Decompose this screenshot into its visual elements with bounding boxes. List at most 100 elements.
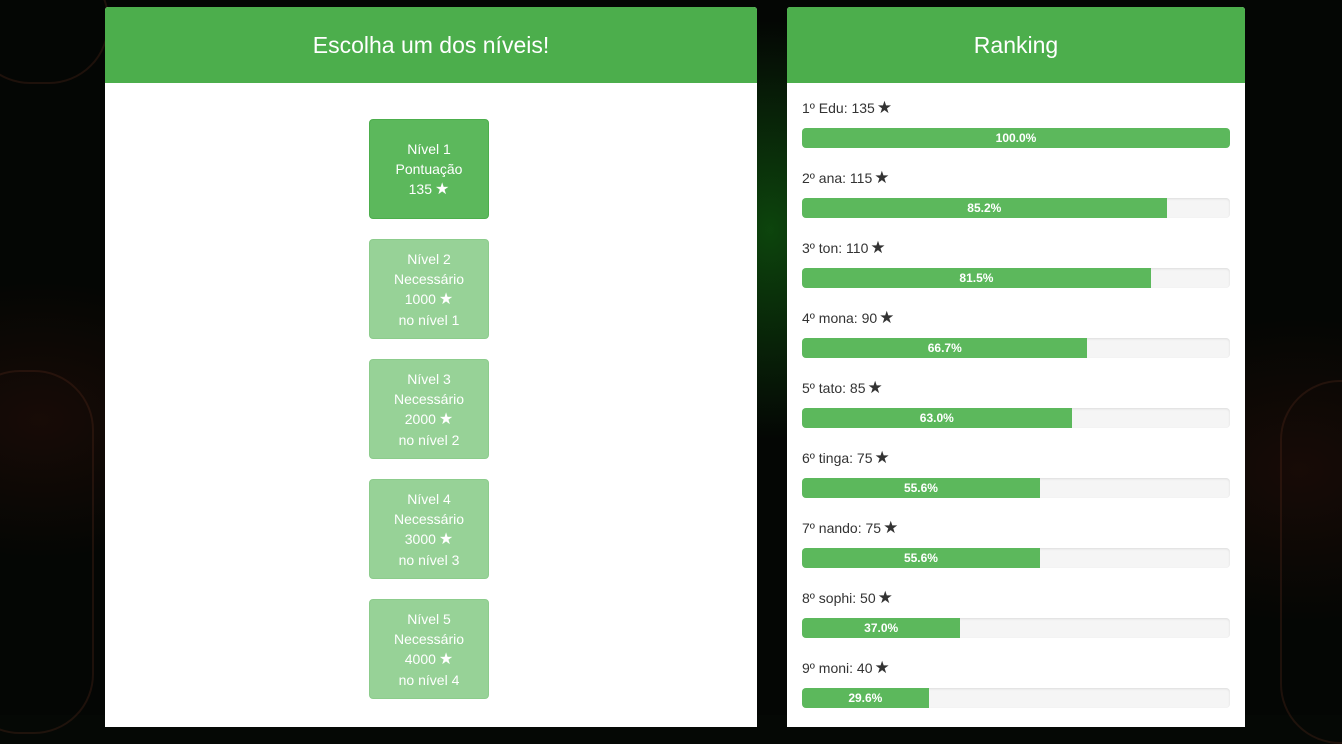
star-icon: ★ xyxy=(435,180,450,198)
ranking-progress-bar: 29.6% xyxy=(802,688,929,708)
level-line-text: 1000 xyxy=(404,290,436,307)
ranking-progress-bar: 37.0% xyxy=(802,618,961,638)
ranking-progress-track: 55.6% xyxy=(802,478,1230,498)
ranking-panel-title: Ranking xyxy=(787,7,1245,83)
level-line-text: no nível 4 xyxy=(398,671,460,688)
ranking-entry: 7º nando: 75 ★ 55.6% xyxy=(802,517,1230,587)
ranking-entry-text: 7º nando: 75 xyxy=(802,520,882,536)
background-decoration xyxy=(1280,380,1342,744)
level-line-text: Necessário xyxy=(393,270,465,287)
level-line-text: no nível 1 xyxy=(398,311,460,328)
star-icon: ★ xyxy=(874,658,890,677)
ranking-entry-text: 2º ana: 115 xyxy=(802,170,873,186)
level-line: Nível 2 xyxy=(407,249,451,269)
star-icon: ★ xyxy=(874,448,890,467)
level-line-text: no nível 3 xyxy=(398,551,460,568)
level-line: Nível 5 xyxy=(407,609,451,629)
ranking-progress-track: 81.5% xyxy=(802,268,1230,288)
levels-panel: Escolha um dos níveis! Nível 1 Pontuação 1… xyxy=(105,7,757,727)
level-line-text: Necessário xyxy=(393,510,465,527)
background-decoration xyxy=(0,0,109,84)
ranking-entry-label: 8º sophi: 50 ★ xyxy=(802,587,1230,609)
ranking-entry: 5º tato: 85 ★ 63.0% xyxy=(802,377,1230,447)
level-line-text: Pontuação xyxy=(395,160,463,177)
ranking-entry-label: 3º ton: 110 ★ xyxy=(802,237,1230,259)
level-line-text: 135 xyxy=(408,180,432,197)
level-line-text: Nível 1 xyxy=(407,140,451,157)
level-line: 4000 ★ xyxy=(405,649,454,670)
level-line-text: Nível 3 xyxy=(407,370,451,387)
star-icon: ★ xyxy=(438,290,454,308)
level-line: no nível 2 xyxy=(399,430,460,450)
star-icon: ★ xyxy=(879,308,895,327)
level-line: no nível 4 xyxy=(399,670,460,690)
ranking-entry-text: 1º Edu: 135 xyxy=(802,100,875,116)
ranking-entry-label: 1º Edu: 135 ★ xyxy=(802,97,1230,119)
level-5-button[interactable]: Nível 5 Necessário 4000 ★ no nível 4 xyxy=(369,599,489,699)
ranking-entry-label: 5º tato: 85 ★ xyxy=(802,377,1230,399)
ranking-entry-text: 3º ton: 110 xyxy=(802,240,869,256)
ranking-progress-track: 66.7% xyxy=(802,338,1230,358)
level-line-text: Nível 5 xyxy=(407,610,451,627)
ranking-progress-bar: 81.5% xyxy=(802,268,1151,288)
ranking-entry-text: 9º moni: 40 xyxy=(802,660,873,676)
level-line: Necessário xyxy=(394,629,464,649)
star-icon: ★ xyxy=(877,588,893,607)
ranking-progress-bar: 100.0% xyxy=(802,128,1230,148)
level-line-text: Necessário xyxy=(393,630,465,647)
level-4-button[interactable]: Nível 4 Necessário 3000 ★ no nível 3 xyxy=(369,479,489,579)
star-icon: ★ xyxy=(883,518,899,537)
level-3-button[interactable]: Nível 3 Necessário 2000 ★ no nível 2 xyxy=(369,359,489,459)
ranking-progress-track: 63.0% xyxy=(802,408,1230,428)
ranking-progress-bar: 63.0% xyxy=(802,408,1072,428)
ranking-entry-text: 4º mona: 90 xyxy=(802,310,878,326)
level-line-text: Nível 4 xyxy=(407,490,451,507)
level-line: Pontuação xyxy=(396,159,463,179)
ranking-entry-text: 5º tato: 85 xyxy=(802,380,866,396)
star-icon: ★ xyxy=(874,168,890,187)
ranking-progress-bar: 85.2% xyxy=(802,198,1167,218)
levels-panel-title: Escolha um dos níveis! xyxy=(105,7,757,83)
background-decoration xyxy=(0,370,94,734)
ranking-entry-label: 6º tinga: 75 ★ xyxy=(802,447,1230,469)
ranking-entry: 6º tinga: 75 ★ 55.6% xyxy=(802,447,1230,517)
ranking-entry: 3º ton: 110 ★ 81.5% xyxy=(802,237,1230,307)
ranking-progress-track: 85.2% xyxy=(802,198,1230,218)
star-icon: ★ xyxy=(438,530,454,548)
level-1-button[interactable]: Nível 1 Pontuação 135 ★ xyxy=(369,119,489,219)
level-2-button[interactable]: Nível 2 Necessário 1000 ★ no nível 1 xyxy=(369,239,489,339)
ranking-list: 1º Edu: 135 ★ 100.0% 2º ana: 115 ★ 85.2% 3º to… xyxy=(802,97,1230,727)
ranking-entry-text: 8º sophi: 50 xyxy=(802,590,876,606)
ranking-progress-bar: 55.6% xyxy=(802,478,1040,498)
star-icon: ★ xyxy=(870,238,886,257)
ranking-entry-text: 6º tinga: 75 xyxy=(802,450,873,466)
level-line: 135 ★ xyxy=(409,179,450,200)
ranking-entry-label: 4º mona: 90 ★ xyxy=(802,307,1230,329)
level-line: 3000 ★ xyxy=(405,529,454,550)
level-line-text: no nível 2 xyxy=(398,431,460,448)
ranking-progress-track: 29.6% xyxy=(802,688,1230,708)
star-icon: ★ xyxy=(876,98,893,117)
level-line: no nível 3 xyxy=(399,550,460,570)
level-list: Nível 1 Pontuação 135 ★ Nível 2 Necessário 100… xyxy=(369,119,489,719)
level-line-text: 3000 xyxy=(404,530,436,547)
ranking-progress-bar: 55.6% xyxy=(802,548,1040,568)
ranking-progress-bar: 66.7% xyxy=(802,338,1088,358)
ranking-entry: 1º Edu: 135 ★ 100.0% xyxy=(802,97,1230,167)
level-line-text: Nível 2 xyxy=(407,250,451,267)
ranking-entry: 9º moni: 40 ★ 29.6% xyxy=(802,657,1230,727)
ranking-entry: 8º sophi: 50 ★ 37.0% xyxy=(802,587,1230,657)
level-line: Nível 3 xyxy=(407,369,451,389)
level-line-text: Necessário xyxy=(393,390,465,407)
ranking-entry-label: 7º nando: 75 ★ xyxy=(802,517,1230,539)
star-icon: ★ xyxy=(438,650,454,668)
level-line-text: 2000 xyxy=(404,410,436,427)
level-line: no nível 1 xyxy=(399,310,460,330)
level-line: Nível 1 xyxy=(407,139,451,159)
ranking-panel: Ranking 1º Edu: 135 ★ 100.0% 2º ana: 115 ★ 85… xyxy=(787,7,1245,727)
level-line: 2000 ★ xyxy=(405,409,454,430)
level-line: Necessário xyxy=(394,269,464,289)
ranking-entry-label: 9º moni: 40 ★ xyxy=(802,657,1230,679)
star-icon: ★ xyxy=(438,410,454,428)
level-line-text: 4000 xyxy=(404,650,436,667)
